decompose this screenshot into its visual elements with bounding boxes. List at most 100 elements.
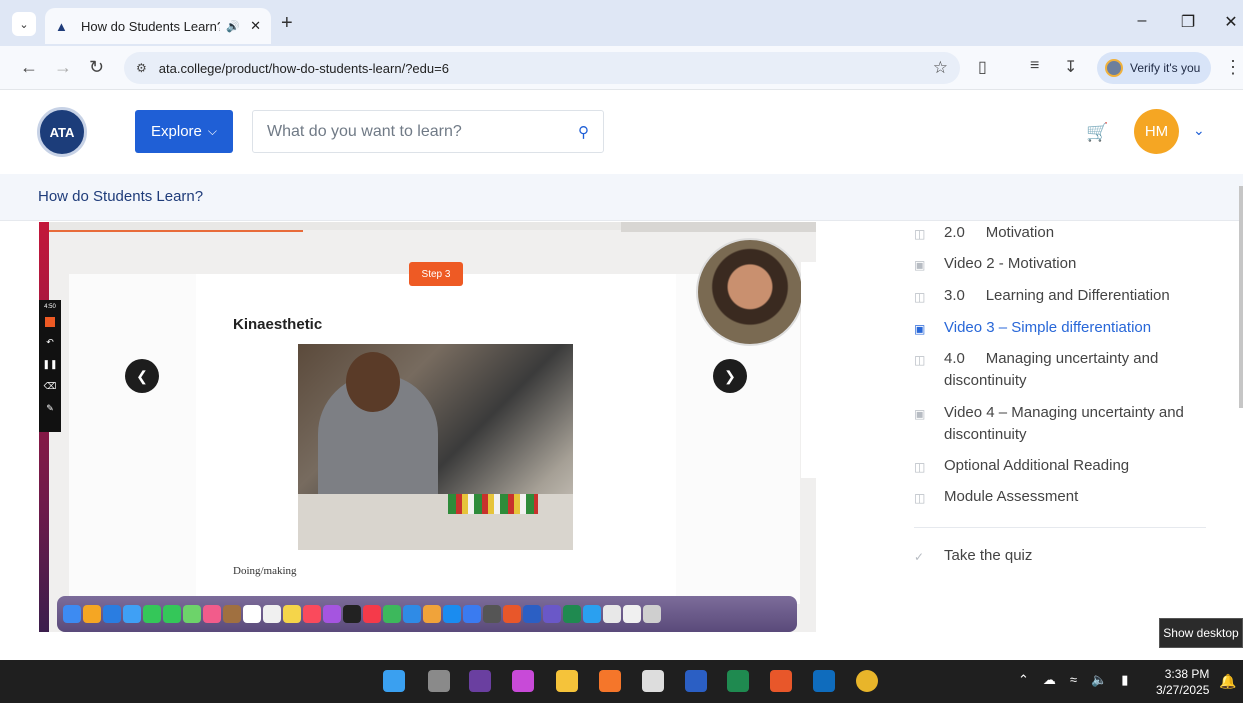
minimize-icon[interactable]: – bbox=[1132, 12, 1152, 30]
search-icon[interactable]: ⚲ bbox=[578, 123, 589, 141]
reminders-icon[interactable] bbox=[263, 605, 281, 623]
tv-icon[interactable] bbox=[343, 605, 361, 623]
calendar-app-icon[interactable] bbox=[642, 670, 664, 692]
task-view-icon[interactable] bbox=[428, 670, 450, 692]
pages-icon[interactable] bbox=[423, 605, 441, 623]
volume-icon[interactable]: 🔈 bbox=[1091, 672, 1107, 688]
mail-icon[interactable] bbox=[123, 605, 141, 623]
chevron-up-icon[interactable]: ⌃ bbox=[1018, 672, 1029, 688]
word-taskbar-icon[interactable] bbox=[685, 670, 707, 692]
copilot-icon[interactable] bbox=[512, 670, 534, 692]
powerpoint-icon[interactable] bbox=[503, 605, 521, 623]
previous-slide-icon[interactable]: ❮ bbox=[125, 359, 159, 393]
stop-recording-icon[interactable] bbox=[45, 317, 55, 327]
book-icon: ◫ bbox=[914, 290, 926, 304]
forward-icon[interactable]: → bbox=[54, 57, 72, 78]
tab-close-icon[interactable]: ✕ bbox=[250, 18, 261, 34]
calendar-icon[interactable] bbox=[243, 605, 261, 623]
logo-text: ATA bbox=[49, 124, 75, 140]
undo-icon[interactable]: ↶ bbox=[46, 337, 54, 348]
word-icon[interactable] bbox=[523, 605, 541, 623]
lesson-item-video-4[interactable]: ▣ Video 4 – Managing uncertainty and dis… bbox=[914, 402, 1214, 446]
trash-icon[interactable]: ⌫ bbox=[44, 381, 57, 392]
verify-profile-button[interactable]: Verify it's you bbox=[1097, 52, 1211, 84]
onedrive-icon[interactable]: ☁ bbox=[1043, 672, 1056, 688]
explore-button[interactable]: Explore ⌵ bbox=[135, 110, 233, 153]
lesson-item-2-0[interactable]: ◫ 2.0 Motivation bbox=[914, 222, 1214, 245]
browser-tab[interactable]: ▲ How do Students Learn? - A 🔊 ✕ bbox=[45, 8, 271, 44]
new-tab-icon[interactable]: + bbox=[281, 12, 293, 35]
take-quiz-link[interactable]: ✓ Take the quiz bbox=[914, 545, 1214, 568]
quiz-label: Take the quiz bbox=[944, 547, 1033, 564]
site-info-icon[interactable]: ⚙ bbox=[136, 61, 147, 75]
excel-taskbar-icon[interactable] bbox=[727, 670, 749, 692]
excel-icon[interactable] bbox=[563, 605, 581, 623]
firefox-icon[interactable] bbox=[599, 670, 621, 692]
search-input[interactable] bbox=[267, 122, 578, 141]
outlook-icon[interactable] bbox=[813, 670, 835, 692]
account-chevron-down-icon[interactable]: ⌄ bbox=[1193, 122, 1205, 139]
back-icon[interactable]: ← bbox=[20, 57, 38, 78]
music-icon[interactable] bbox=[303, 605, 321, 623]
page-scrollbar[interactable] bbox=[1239, 186, 1243, 408]
podcasts-icon[interactable] bbox=[323, 605, 341, 623]
maps-icon[interactable] bbox=[183, 605, 201, 623]
video-top-panel bbox=[621, 222, 816, 232]
teams-icon[interactable] bbox=[543, 605, 561, 623]
restore-icon[interactable]: ❐ bbox=[1178, 12, 1198, 32]
document-icon[interactable] bbox=[603, 605, 621, 623]
trash-bin-icon[interactable] bbox=[643, 605, 661, 623]
tab-search-icon[interactable]: ⌄ bbox=[12, 12, 36, 36]
lesson-item-video-3[interactable]: ▣ Video 3 – Simple differentiation bbox=[914, 317, 1214, 340]
screen-recorder-icon[interactable] bbox=[483, 605, 501, 623]
lesson-item-optional-reading[interactable]: ◫ Optional Additional Reading bbox=[914, 455, 1214, 478]
lesson-item-module-assessment[interactable]: ◫ Module Assessment bbox=[914, 486, 1214, 509]
keynote-icon[interactable] bbox=[403, 605, 421, 623]
bookmark-star-icon[interactable]: ☆ bbox=[933, 58, 948, 78]
finder-icon[interactable] bbox=[63, 605, 81, 623]
downloads-icon[interactable]: ↧ bbox=[1064, 57, 1077, 77]
audio-playing-icon[interactable]: 🔊 bbox=[226, 20, 240, 33]
browser-menu-icon[interactable]: ⋮ bbox=[1224, 57, 1242, 78]
user-avatar[interactable]: HM bbox=[1134, 109, 1179, 154]
start-icon[interactable] bbox=[383, 670, 405, 692]
news-icon[interactable] bbox=[363, 605, 381, 623]
video-player[interactable]: Step 3 Kinaesthetic Doing/making ❮ ❯ 4:5… bbox=[39, 222, 816, 632]
launchpad-icon[interactable] bbox=[83, 605, 101, 623]
address-bar[interactable]: ⚙ ata.college/product/how-do-students-le… bbox=[124, 52, 960, 84]
contacts-icon[interactable] bbox=[223, 605, 241, 623]
college-logo[interactable]: ATA bbox=[37, 107, 87, 157]
reading-list-icon[interactable]: ≡ bbox=[1030, 57, 1039, 75]
taskbar-clock[interactable]: 3:38 PM 3/27/2025 bbox=[1156, 666, 1209, 698]
battery-icon[interactable]: ▮ bbox=[1121, 672, 1128, 688]
facetime-icon[interactable] bbox=[143, 605, 161, 623]
reload-icon[interactable]: ↻ bbox=[89, 57, 104, 78]
preview-icon[interactable] bbox=[623, 605, 641, 623]
clock-time: 3:38 PM bbox=[1164, 667, 1210, 681]
notification-bell-icon[interactable]: 🔔 bbox=[1219, 673, 1236, 690]
safari-icon[interactable] bbox=[103, 605, 121, 623]
pen-icon[interactable]: ✎ bbox=[46, 403, 54, 414]
downloads-folder-icon[interactable] bbox=[583, 605, 601, 623]
window-close-icon[interactable]: ✕ bbox=[1221, 12, 1241, 32]
photo-child-head bbox=[346, 352, 400, 412]
lesson-item-video-2[interactable]: ▣ Video 2 - Motivation bbox=[914, 253, 1214, 276]
next-slide-icon[interactable]: ❯ bbox=[713, 359, 747, 393]
file-explorer-icon[interactable] bbox=[556, 670, 578, 692]
pause-icon[interactable]: ❚❚ bbox=[42, 359, 57, 370]
wifi-icon[interactable]: ≈ bbox=[1070, 672, 1077, 688]
lesson-item-4-0[interactable]: ◫ 4.0 Managing uncertainty and discontin… bbox=[914, 348, 1214, 392]
app-store-icon[interactable] bbox=[443, 605, 461, 623]
photos-icon[interactable] bbox=[203, 605, 221, 623]
app-icon[interactable] bbox=[469, 670, 491, 692]
cart-icon[interactable]: 🛒 bbox=[1086, 122, 1108, 143]
messages-icon[interactable] bbox=[163, 605, 181, 623]
extensions-icon[interactable]: ▯ bbox=[978, 57, 987, 77]
powerpoint-taskbar-icon[interactable] bbox=[770, 670, 792, 692]
chrome-icon[interactable] bbox=[856, 670, 878, 692]
settings-icon[interactable] bbox=[463, 605, 481, 623]
notes-icon[interactable] bbox=[283, 605, 301, 623]
course-title-bar: How do Students Learn? bbox=[0, 174, 1243, 221]
numbers-icon[interactable] bbox=[383, 605, 401, 623]
lesson-item-3-0[interactable]: ◫ 3.0 Learning and Differentiation bbox=[914, 285, 1214, 308]
